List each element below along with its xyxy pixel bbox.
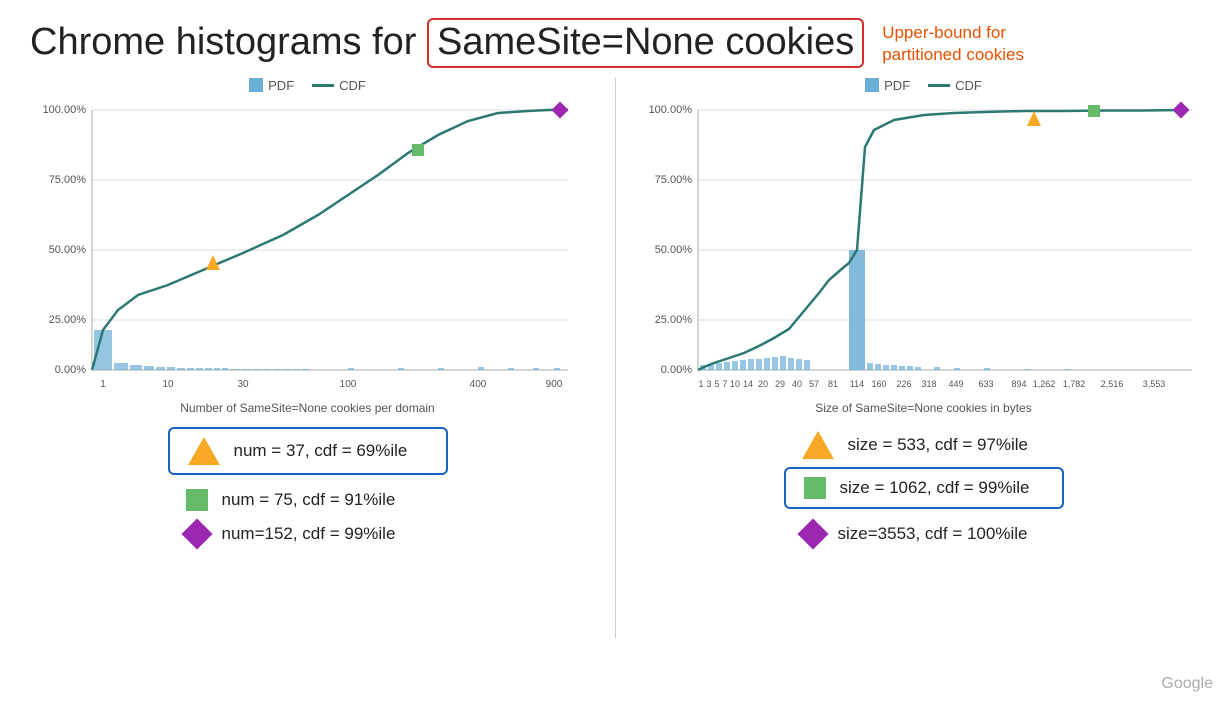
svg-text:100.00%: 100.00% xyxy=(648,104,692,116)
left-stat-1: num = 37, cdf = 69%ile xyxy=(168,427,448,475)
svg-text:160: 160 xyxy=(871,379,886,389)
svg-text:5: 5 xyxy=(714,379,719,389)
right-legend-cdf: CDF xyxy=(928,78,982,93)
left-stat-2: num = 75, cdf = 91%ile xyxy=(168,485,448,515)
svg-text:1,782: 1,782 xyxy=(1062,379,1085,389)
left-axis-label: Number of SameSite=None cookies per doma… xyxy=(180,401,434,415)
svg-text:50.00%: 50.00% xyxy=(654,244,692,256)
svg-text:3: 3 xyxy=(706,379,711,389)
left-legend-pdf: PDF xyxy=(249,78,294,93)
svg-text:20: 20 xyxy=(757,379,767,389)
svg-text:14: 14 xyxy=(742,379,752,389)
right-triangle-icon-1 xyxy=(802,431,834,459)
svg-text:57: 57 xyxy=(808,379,818,389)
svg-text:0.00%: 0.00% xyxy=(660,364,691,376)
title-highlight: SameSite=None cookies xyxy=(427,18,864,68)
right-stat-3-text: size=3553, cdf = 100%ile xyxy=(838,524,1028,544)
svg-text:10: 10 xyxy=(162,379,174,390)
right-cdf-icon xyxy=(928,84,950,87)
svg-text:100: 100 xyxy=(339,379,356,390)
right-stats: size = 533, cdf = 97%ile size = 1062, cd… xyxy=(784,427,1064,549)
left-chart-svg: 100.00% 75.00% 50.00% 25.00% 0.00% xyxy=(38,95,578,395)
svg-text:2,516: 2,516 xyxy=(1100,379,1123,389)
left-stat-1-text: num = 37, cdf = 69%ile xyxy=(234,441,408,461)
left-chart-canvas: 100.00% 75.00% 50.00% 25.00% 0.00% xyxy=(38,95,578,395)
diamond-icon-3 xyxy=(181,518,212,549)
svg-text:75.00%: 75.00% xyxy=(654,174,692,186)
svg-text:449: 449 xyxy=(948,379,963,389)
svg-text:100.00%: 100.00% xyxy=(42,104,86,116)
square-icon-2 xyxy=(186,489,208,511)
svg-text:50.00%: 50.00% xyxy=(48,244,86,256)
svg-text:29: 29 xyxy=(774,379,784,389)
left-stats: num = 37, cdf = 69%ile num = 75, cdf = 9… xyxy=(168,427,448,549)
right-pdf-icon xyxy=(865,78,879,92)
svg-text:894: 894 xyxy=(1011,379,1026,389)
right-chart-svg: 100.00% 75.00% 50.00% 25.00% 0.00% xyxy=(644,95,1204,395)
svg-text:900: 900 xyxy=(545,379,562,390)
right-stat-3: size=3553, cdf = 100%ile xyxy=(784,519,1064,549)
triangle-icon-1 xyxy=(188,437,220,465)
title-area: Chrome histograms for SameSite=None cook… xyxy=(0,0,1231,68)
right-diamond-icon-3 xyxy=(797,518,828,549)
svg-text:75.00%: 75.00% xyxy=(48,174,86,186)
right-chart-canvas: 100.00% 75.00% 50.00% 25.00% 0.00% xyxy=(644,95,1204,395)
right-stat-1: size = 533, cdf = 97%ile xyxy=(784,427,1064,463)
annotation: Upper-bound for partitioned cookies xyxy=(882,22,1024,66)
charts-row: PDF CDF 100.00% 75.00% 50.00% 25.00% 0.0… xyxy=(0,78,1231,638)
svg-text:318: 318 xyxy=(921,379,936,389)
svg-text:81: 81 xyxy=(827,379,837,389)
svg-text:40: 40 xyxy=(791,379,801,389)
svg-text:633: 633 xyxy=(978,379,993,389)
svg-text:1,262: 1,262 xyxy=(1032,379,1055,389)
left-legend-cdf: CDF xyxy=(312,78,366,93)
svg-text:30: 30 xyxy=(237,379,249,390)
google-logo: Google xyxy=(1161,675,1213,693)
chart-left: PDF CDF 100.00% 75.00% 50.00% 25.00% 0.0… xyxy=(0,78,615,638)
cdf-label: CDF xyxy=(339,78,366,93)
svg-text:1: 1 xyxy=(698,379,703,389)
page: Chrome histograms for SameSite=None cook… xyxy=(0,0,1231,703)
right-axis-label: Size of SameSite=None cookies in bytes xyxy=(815,401,1031,415)
right-legend-pdf: PDF xyxy=(865,78,910,93)
svg-text:400: 400 xyxy=(469,379,486,390)
right-square-icon-2 xyxy=(804,477,826,499)
chart-right: PDF CDF 100.00% 75.00% 50.00% 25.00% 0.0… xyxy=(616,78,1231,638)
right-cdf-label: CDF xyxy=(955,78,982,93)
svg-text:25.00%: 25.00% xyxy=(48,314,86,326)
left-stat-3: num=152, cdf = 99%ile xyxy=(168,519,448,549)
cdf-icon xyxy=(312,84,334,87)
pdf-label: PDF xyxy=(268,78,294,93)
svg-text:10: 10 xyxy=(729,379,739,389)
main-title: Chrome histograms for SameSite=None cook… xyxy=(30,18,864,68)
left-legend: PDF CDF xyxy=(249,78,366,93)
svg-text:7: 7 xyxy=(722,379,727,389)
svg-text:226: 226 xyxy=(896,379,911,389)
right-legend: PDF CDF xyxy=(865,78,982,93)
title-prefix: Chrome histograms for xyxy=(30,21,427,63)
svg-text:3,553: 3,553 xyxy=(1142,379,1165,389)
svg-text:0.00%: 0.00% xyxy=(54,364,85,376)
right-stat-2: size = 1062, cdf = 99%ile xyxy=(784,467,1064,509)
right-stat-2-text: size = 1062, cdf = 99%ile xyxy=(840,478,1030,498)
right-pdf-label: PDF xyxy=(884,78,910,93)
svg-text:114: 114 xyxy=(849,379,863,389)
svg-text:1: 1 xyxy=(100,379,106,390)
svg-text:25.00%: 25.00% xyxy=(654,314,692,326)
right-stat-1-text: size = 533, cdf = 97%ile xyxy=(848,435,1029,455)
left-stat-2-text: num = 75, cdf = 91%ile xyxy=(222,490,396,510)
left-stat-3-text: num=152, cdf = 99%ile xyxy=(222,524,396,544)
pdf-icon xyxy=(249,78,263,92)
